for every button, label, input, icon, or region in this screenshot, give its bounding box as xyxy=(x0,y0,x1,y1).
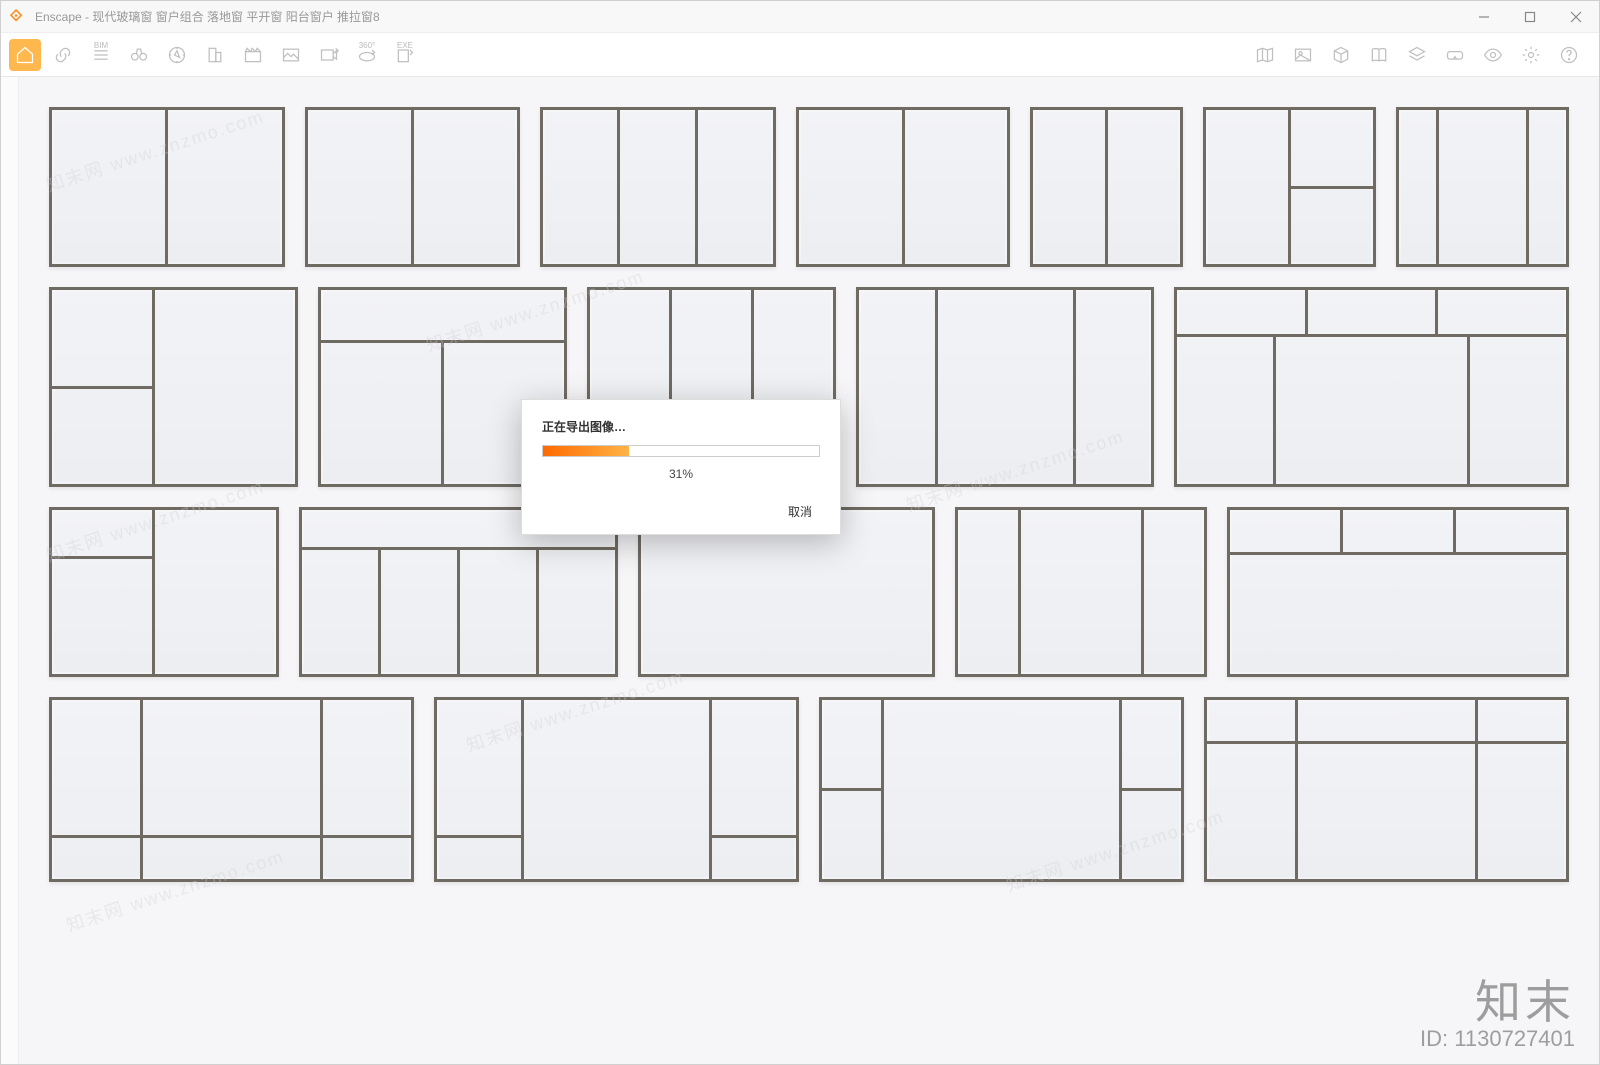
minimize-button[interactable] xyxy=(1461,1,1507,33)
window-model xyxy=(1227,507,1569,677)
map-icon[interactable] xyxy=(1249,39,1281,71)
window-model xyxy=(1204,697,1569,882)
window-model xyxy=(819,697,1184,882)
export-progress-dialog: 正在导出图像… 31% 取消 xyxy=(521,399,841,535)
window-model xyxy=(49,287,298,487)
help-icon[interactable] xyxy=(1553,39,1585,71)
clapper-icon[interactable] xyxy=(237,39,269,71)
window-controls xyxy=(1461,1,1599,33)
bim-icon[interactable]: BIM xyxy=(85,39,117,71)
progress-fill xyxy=(543,446,629,456)
window-model xyxy=(305,107,520,267)
window-model xyxy=(49,697,414,882)
export-exe-icon[interactable]: EXE xyxy=(389,39,421,71)
sidebar-sliver xyxy=(1,77,19,1064)
gallery-icon[interactable] xyxy=(275,39,307,71)
binoculars-icon[interactable] xyxy=(123,39,155,71)
window-model xyxy=(1203,107,1376,267)
book-icon[interactable] xyxy=(1363,39,1395,71)
window-model xyxy=(955,507,1207,677)
dialog-title: 正在导出图像… xyxy=(542,418,820,435)
progress-bar xyxy=(542,445,820,457)
eye-icon[interactable] xyxy=(1477,39,1509,71)
window-model xyxy=(49,107,285,267)
render-canvas xyxy=(19,77,1599,1064)
watermark-brand: 知末 xyxy=(1420,966,1575,1032)
building-icon[interactable] xyxy=(199,39,231,71)
window-model xyxy=(49,507,279,677)
link-icon[interactable] xyxy=(47,39,79,71)
window-model xyxy=(1396,107,1569,267)
watermark-id: ID: 1130727401 xyxy=(1420,1026,1575,1052)
close-button[interactable] xyxy=(1553,1,1599,33)
gear-icon[interactable] xyxy=(1515,39,1547,71)
export-360-icon[interactable]: 360° xyxy=(351,39,383,71)
maximize-button[interactable] xyxy=(1507,1,1553,33)
window-model xyxy=(540,107,776,267)
cancel-button[interactable]: 取消 xyxy=(780,499,820,524)
window-title: Enscape - 现代玻璃窗 窗户组合 落地窗 平开窗 阳台窗户 推拉窗8 xyxy=(31,8,1461,25)
window-model xyxy=(1174,287,1569,487)
toolbar: BIM 360° EXE xyxy=(1,33,1599,77)
vr-icon[interactable] xyxy=(1439,39,1471,71)
app-window: ⟐ Enscape - 现代玻璃窗 窗户组合 落地窗 平开窗 阳台窗户 推拉窗8… xyxy=(0,0,1600,1065)
compass-icon[interactable] xyxy=(161,39,193,71)
titlebar: ⟐ Enscape - 现代玻璃窗 窗户组合 落地窗 平开窗 阳台窗户 推拉窗8 xyxy=(1,1,1599,33)
window-model xyxy=(796,107,1011,267)
viewport[interactable]: 知末网 www.znzmo.com 知末网 www.znzmo.com 知末网 … xyxy=(1,77,1599,1064)
window-model xyxy=(434,697,799,882)
progress-percent: 31% xyxy=(542,467,820,481)
window-model xyxy=(1030,107,1182,267)
app-logo-icon: ⟐ xyxy=(1,8,31,26)
cube-icon[interactable] xyxy=(1325,39,1357,71)
watermark-corner: 知末 ID: 1130727401 xyxy=(1420,966,1575,1052)
image-icon[interactable] xyxy=(1287,39,1319,71)
home-icon[interactable] xyxy=(9,39,41,71)
export-video-icon[interactable] xyxy=(313,39,345,71)
layers-icon[interactable] xyxy=(1401,39,1433,71)
window-model xyxy=(856,287,1154,487)
